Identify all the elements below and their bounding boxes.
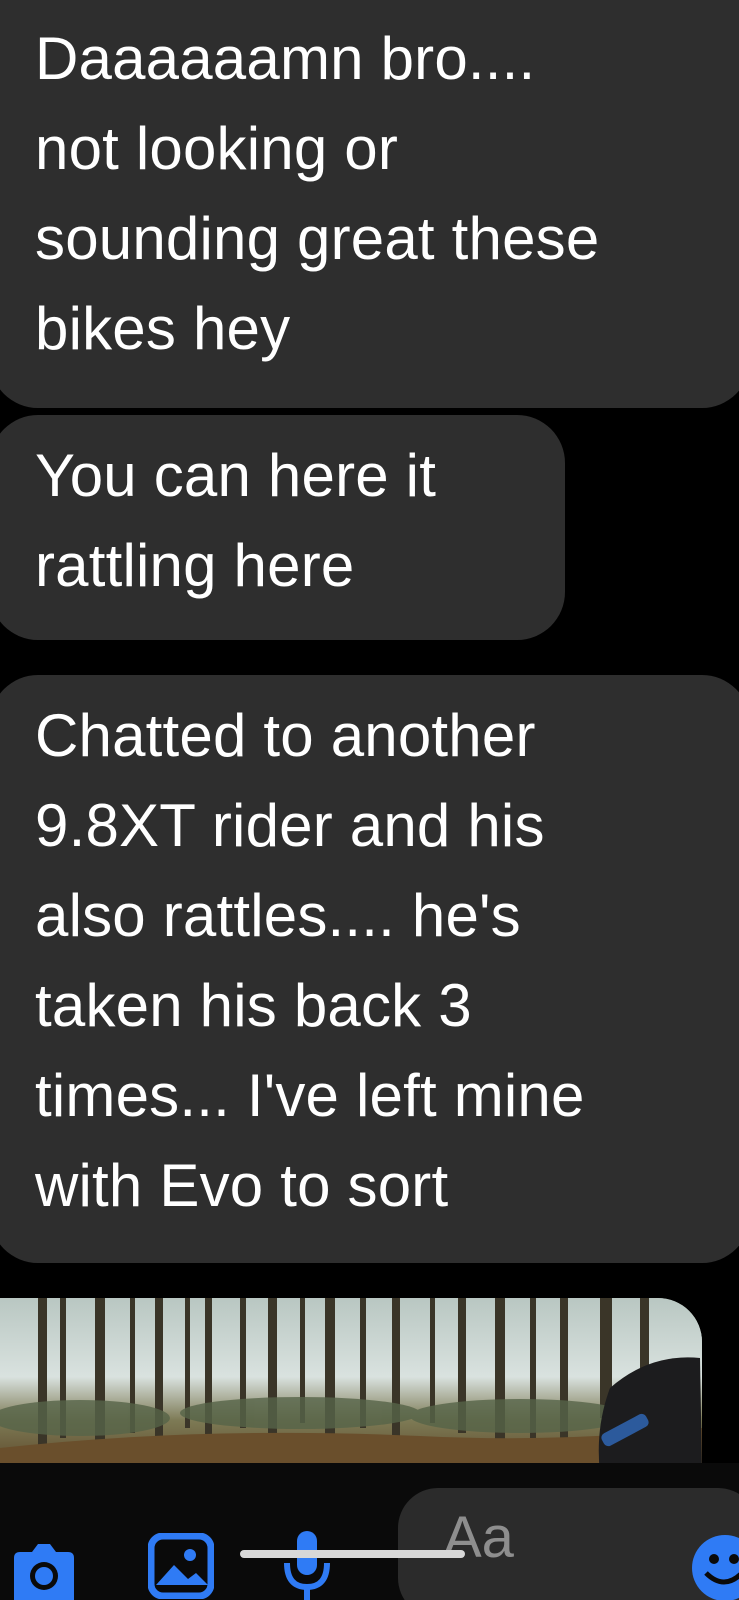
emoji-icon[interactable] (692, 1535, 739, 1600)
chat-screen: Daaaaaamn bro.... not looking or soundin… (0, 0, 739, 1600)
message-bubble[interactable]: Daaaaaamn bro.... not looking or soundin… (0, 0, 739, 408)
message-bubble[interactable]: Chatted to another 9.8XT rider and his a… (0, 675, 739, 1263)
message-text: Chatted to another 9.8XT rider and his a… (35, 702, 585, 1219)
message-composer: Aa (0, 1463, 739, 1600)
forest-trail-image (0, 1298, 702, 1473)
camera-icon[interactable] (14, 1538, 74, 1600)
video-thumbnail[interactable] (0, 1298, 702, 1473)
message-text: You can here it rattling here (35, 442, 437, 599)
home-indicator[interactable] (240, 1550, 465, 1558)
message-input-placeholder: Aa (443, 1505, 514, 1570)
message-input[interactable]: Aa (398, 1488, 739, 1600)
message-bubble[interactable]: You can here it rattling here (0, 415, 565, 640)
microphone-icon[interactable] (282, 1531, 332, 1600)
message-text: Daaaaaamn bro.... not looking or soundin… (35, 25, 600, 362)
gallery-icon[interactable] (147, 1532, 215, 1600)
